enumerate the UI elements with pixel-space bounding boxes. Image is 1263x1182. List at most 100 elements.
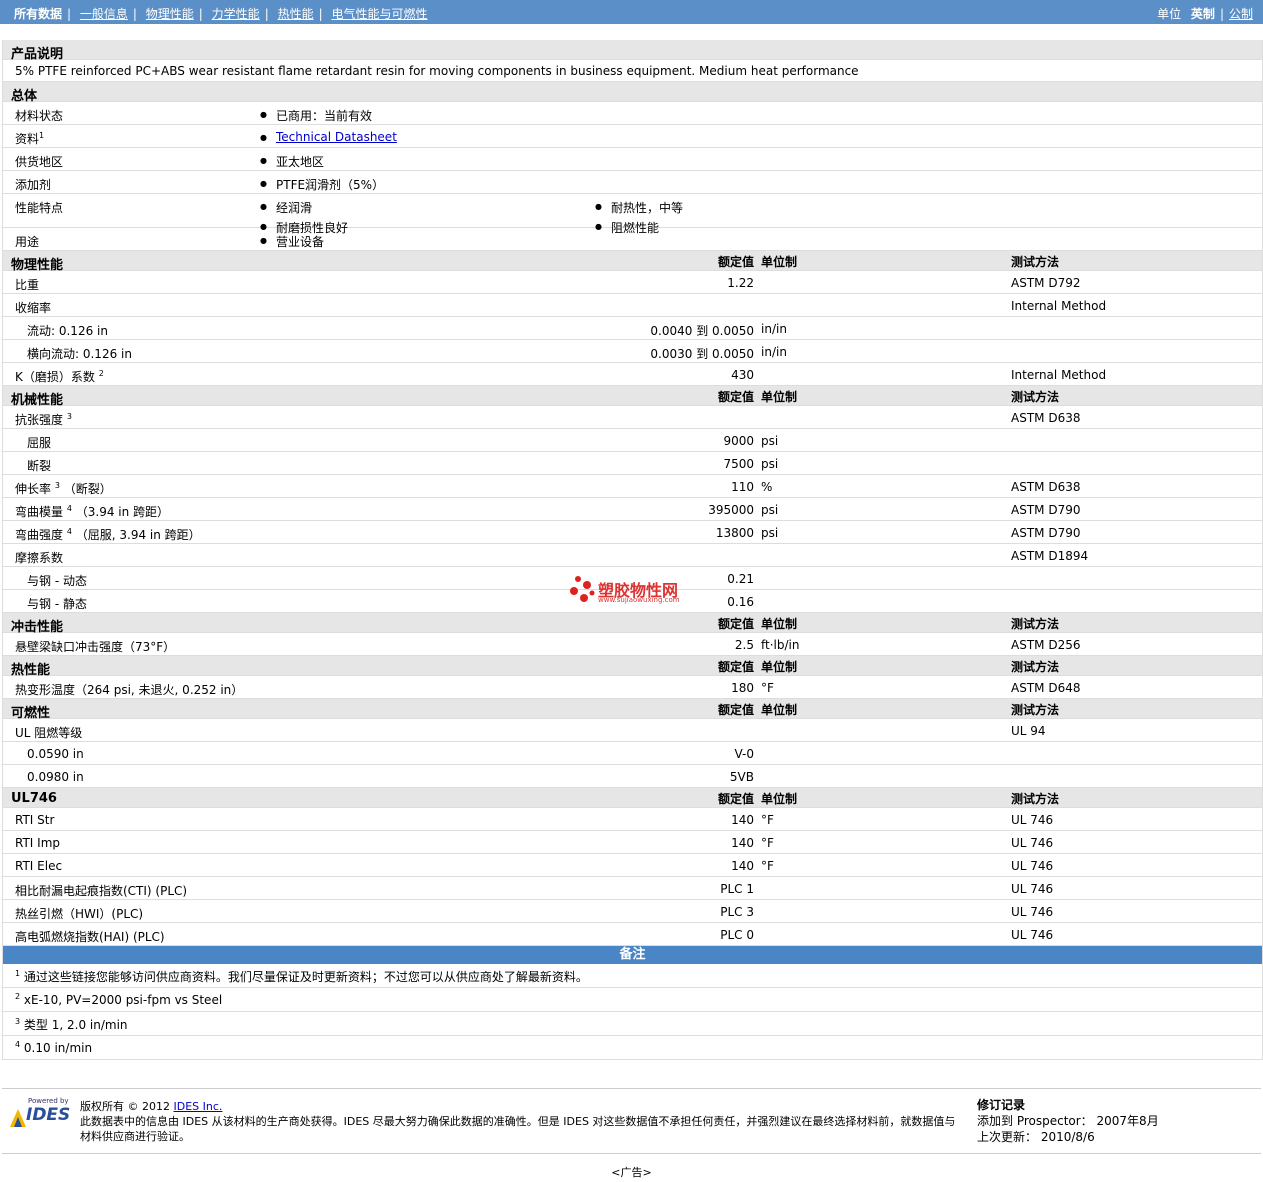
datasheet-link[interactable]: Technical Datasheet [276, 130, 397, 144]
test-method: UL 746 [1011, 905, 1054, 919]
property-row: 热变形温度（264 psi, 未退火, 0.252 in） 180 °F ASTM D… [3, 676, 1262, 699]
test-method: UL 746 [1011, 836, 1054, 850]
test-method: UL 746 [1011, 813, 1054, 827]
property-unit: psi [761, 434, 779, 448]
property-label: 弯曲强度 4 （屈服, 3.94 in 跨距） [15, 527, 201, 542]
note-row: 3 类型 1, 2.0 in/min [3, 1012, 1262, 1036]
nav-general[interactable]: 一般信息 [80, 7, 128, 21]
property-label: 热变形温度（264 psi, 未退火, 0.252 in） [15, 683, 244, 697]
test-method: UL 746 [1011, 928, 1054, 942]
property-row: 断裂 7500 psi [3, 452, 1262, 475]
property-label: 流动: 0.126 in [27, 324, 108, 338]
copyright-block: 版权所有 © 2012 IDES Inc. 此数据表中的信息由 IDES 从该材… [80, 1099, 960, 1144]
nav-physical[interactable]: 物理性能 [146, 7, 194, 21]
general-row: 资料1 Technical Datasheet [3, 125, 1262, 148]
property-value: 140 [731, 813, 754, 827]
property-row: 比重 1.22 ASTM D792 [3, 271, 1262, 294]
unit-switch: 单位 英制 | 公制 [1157, 7, 1253, 21]
unit-english[interactable]: 英制 [1191, 7, 1215, 21]
property-row: 横向流动: 0.126 in 0.0030 到 0.0050 in/in [3, 340, 1262, 363]
property-value: 140 [731, 859, 754, 873]
nav-mechanical[interactable]: 力学性能 [212, 7, 260, 21]
property-value: 0.0030 到 0.0050 [650, 347, 754, 361]
test-method: ASTM D638 [1011, 480, 1081, 494]
test-method: Internal Method [1011, 299, 1107, 313]
property-label: RTI Str [15, 813, 55, 827]
property-label: 0.0590 in [27, 747, 84, 761]
unit-metric[interactable]: 公制 [1229, 7, 1253, 21]
property-unit: % [761, 480, 773, 494]
property-label: 收缩率 [15, 301, 52, 315]
property-value: 0.16 [727, 595, 754, 609]
property-label: 热丝引燃（HWI）(PLC) [15, 907, 144, 921]
general-label: 用途 [15, 235, 40, 249]
general-value: 耐热性，中等 [595, 199, 683, 216]
test-method: UL 746 [1011, 882, 1054, 896]
property-label: RTI Imp [15, 836, 60, 850]
property-value: 5VB [729, 770, 754, 784]
property-row: 0.0980 in 5VB [3, 765, 1262, 788]
rev-updated: 2010/8/6 [1040, 1130, 1095, 1144]
note-row: 4 0.10 in/min [3, 1036, 1262, 1060]
section-header: 热性能 额定值 单位制 测试方法 [3, 656, 1262, 678]
property-unit: °F [761, 859, 774, 873]
property-label: 断裂 [27, 459, 52, 473]
property-row: 弯曲模量 4 （3.94 in 跨距） 395000 psi ASTM D790 [3, 498, 1262, 521]
property-row: 悬壁梁缺口冲击强度（73°F） 2.5 ft·lb/in ASTM D256 [3, 633, 1262, 656]
property-value: 1.22 [727, 276, 754, 290]
ides-logo[interactable]: Powered by IDES [8, 1097, 72, 1129]
property-unit: psi [761, 457, 779, 471]
general-value[interactable]: Technical Datasheet [260, 130, 397, 144]
property-label: 伸长率 3 （断裂） [15, 481, 112, 496]
nav-all-data[interactable]: 所有数据 [14, 7, 62, 21]
property-unit: in/in [761, 345, 787, 359]
property-value: 0.0040 到 0.0050 [650, 324, 754, 338]
property-label: 屈服 [27, 436, 52, 450]
test-method: Internal Method [1011, 368, 1107, 382]
nav-thermal[interactable]: 热性能 [278, 7, 314, 21]
section-header: 机械性能 额定值 单位制 测试方法 [3, 386, 1262, 408]
top-nav: 所有数据 | 一般信息 | 物理性能 | 力学性能 | 热性能 | 电气性能与可燃性 单位… [0, 0, 1263, 24]
section-header: 物理性能 额定值 单位制 测试方法 [3, 251, 1262, 273]
property-label: RTI Elec [15, 859, 63, 873]
property-value: 430 [731, 368, 754, 382]
ides-mark-icon [10, 1109, 26, 1127]
disclaimer: 此数据表中的信息由 IDES 从该材料的生产商处获得。IDES 尽最大努力确保此… [80, 1115, 956, 1143]
property-unit: psi [761, 526, 779, 540]
property-row: 伸长率 3 （断裂） 110% ASTM D638 [3, 475, 1262, 498]
general-label: 供货地区 [15, 155, 64, 169]
property-row: RTI Str 140 °F UL 746 [3, 808, 1262, 831]
property-row: UL 阻燃等级 UL 94 [3, 719, 1262, 742]
test-method: ASTM D648 [1011, 681, 1081, 695]
revision-history: 修订记录 添加到 Prospector： 2007年8月 上次更新： 2010/… [977, 1098, 1159, 1144]
nav-electrical[interactable]: 电气性能与可燃性 [331, 7, 427, 21]
general-value: 经润滑 [260, 199, 312, 216]
property-unit: ft·lb/in [761, 638, 800, 652]
property-value: 7500 [723, 457, 754, 471]
property-label: 高电弧燃烧指数(HAI) (PLC) [15, 930, 165, 944]
units-label: 单位 [1157, 7, 1182, 21]
general-value: 已商用：当前有效 [260, 107, 372, 124]
section-header: 冲击性能 额定值 单位制 测试方法 [3, 613, 1262, 635]
property-label: 与钢 - 静态 [27, 597, 87, 611]
general-label: 添加剂 [15, 178, 52, 192]
property-label: 横向流动: 0.126 in [27, 347, 132, 361]
rev-added: 2007年8月 [1096, 1114, 1159, 1128]
property-row: RTI Elec 140 °F UL 746 [3, 854, 1262, 877]
property-value: 180 [731, 681, 754, 695]
property-value: 0.21 [727, 572, 754, 586]
property-label: 弯曲模量 4 （3.94 in 跨距） [15, 504, 170, 519]
ides-link[interactable]: IDES Inc. [174, 1100, 223, 1113]
property-label: 摩擦系数 [15, 551, 64, 565]
general-row: 材料状态 已商用：当前有效 [3, 102, 1262, 125]
nav-links: 所有数据 | 一般信息 | 物理性能 | 力学性能 | 热性能 | 电气性能与可燃性 [14, 7, 428, 21]
datasheet: 产品说明 5% PTFE reinforced PC+ABS wear resi… [2, 40, 1263, 1060]
test-method: ASTM D790 [1011, 526, 1081, 540]
notes-header: 备注 [3, 946, 1262, 964]
test-method: ASTM D638 [1011, 411, 1081, 425]
property-value: 395000 [708, 503, 754, 517]
general-row: 供货地区 亚太地区 [3, 148, 1262, 171]
watermark-url: www.sujiaowuxing.com [598, 596, 680, 604]
property-label: 比重 [15, 278, 40, 292]
property-unit: psi [761, 503, 779, 517]
